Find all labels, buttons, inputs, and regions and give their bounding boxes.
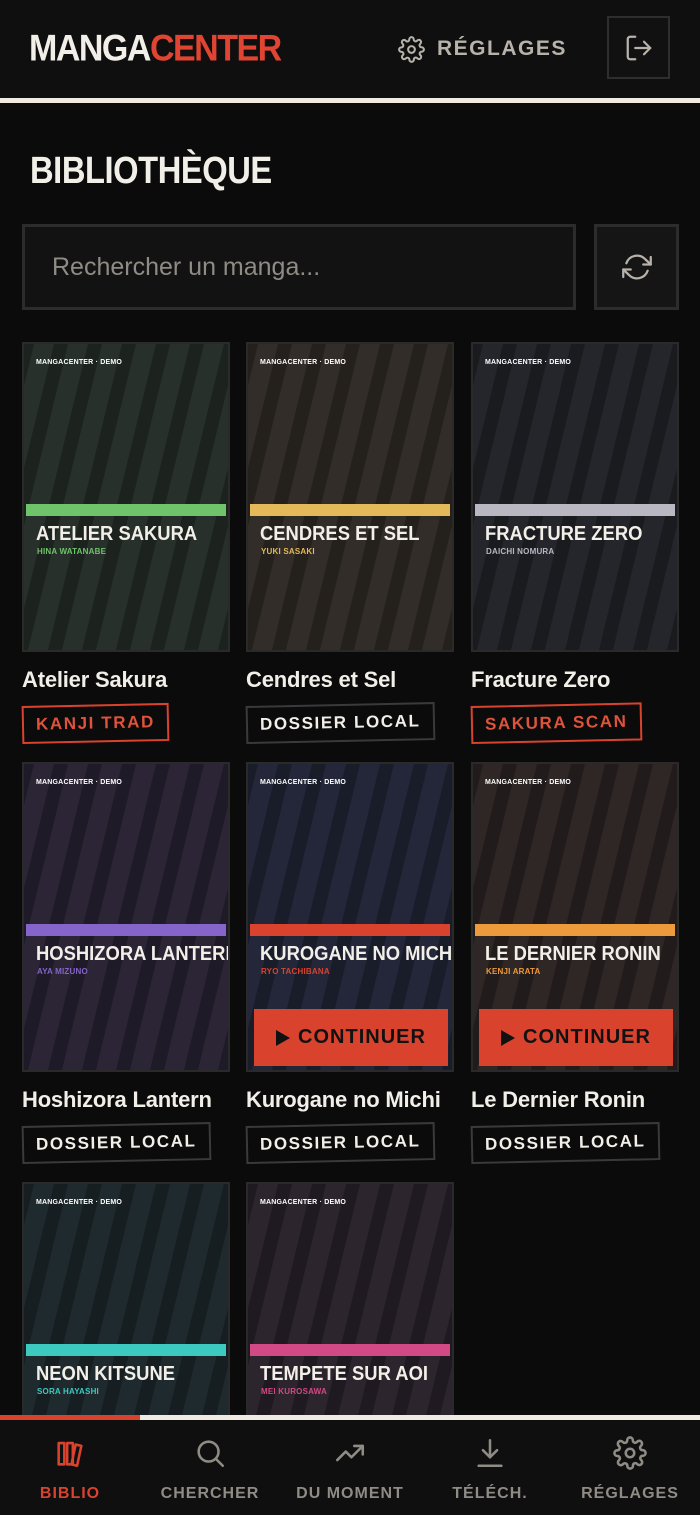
refresh-icon <box>621 254 652 280</box>
header-divider <box>0 98 700 103</box>
source-badge: SAKURA SCAN <box>470 702 642 744</box>
play-icon <box>501 1029 516 1046</box>
gear-icon <box>398 35 425 63</box>
search-box <box>22 224 576 310</box>
source-badge: DOSSIER LOCAL <box>245 1122 435 1164</box>
logout-icon <box>626 35 651 60</box>
cover-author: YUKI SASAKI <box>261 547 315 556</box>
logout-button[interactable] <box>607 16 670 79</box>
cover-author: MEI KUROSAWA <box>261 1387 327 1396</box>
nav-item[interactable]: CHERCHER <box>140 1420 280 1515</box>
cover-brand: MANGACENTER · DEMO <box>260 1199 347 1206</box>
nav-label: BIBLIO <box>39 1485 101 1502</box>
manga-title[interactable]: Hoshizora Lantern <box>22 1087 212 1113</box>
cover-title: ATELIER SAKURA <box>36 523 198 545</box>
manga-cover[interactable]: MANGACENTER · DEMO LE DERNIER RONIN KENJI … <box>471 762 679 1072</box>
cover-title: TEMPETE SUR AOI <box>260 1363 429 1385</box>
cover-brand: MANGACENTER · DEMO <box>260 359 347 366</box>
cover-title: CENDRES ET SEL <box>260 523 420 545</box>
cover-pattern <box>248 344 452 650</box>
cover-brand: MANGACENTER · DEMO <box>36 779 123 786</box>
continue-label: CONTINUER <box>523 1026 651 1048</box>
nav-item[interactable]: DU MOMENT <box>280 1420 420 1515</box>
cover-author: RYO TACHIBANA <box>261 967 330 976</box>
continue-label: CONTINUER <box>298 1026 426 1048</box>
header-settings-link[interactable]: RÉGLAGES <box>398 32 567 66</box>
cover-brand: MANGACENTER · DEMO <box>36 1199 123 1206</box>
cover-author: SORA HAYASHI <box>37 1387 99 1396</box>
source-badge: KANJI TRAD <box>21 702 170 744</box>
refresh-button[interactable] <box>594 224 679 310</box>
logo-part-center: CENTER <box>149 28 282 70</box>
manga-title[interactable]: Fracture Zero <box>471 667 610 693</box>
cover-title: LE DERNIER RONIN <box>485 943 661 965</box>
cover-brand: MANGACENTER · DEMO <box>485 359 572 366</box>
manga-title[interactable]: Atelier Sakura <box>22 667 167 693</box>
continue-button[interactable]: CONTINUER <box>479 1009 673 1066</box>
manga-title[interactable]: Cendres et Sel <box>246 667 396 693</box>
manga-cover[interactable]: MANGACENTER · DEMO KUROGANE NO MICHI RYO T… <box>246 762 454 1072</box>
cover-pattern <box>473 344 677 650</box>
cover-accent-bar <box>250 1344 450 1356</box>
nav-item[interactable]: RÉGLAGES <box>560 1420 700 1515</box>
manga-cover[interactable]: MANGACENTER · DEMO HOSHIZORA LANTERN AYA M… <box>22 762 230 1072</box>
library-icon <box>57 1441 83 1468</box>
play-icon <box>276 1029 291 1046</box>
continue-button[interactable]: CONTINUER <box>254 1009 448 1066</box>
source-badge: DOSSIER LOCAL <box>21 1122 211 1164</box>
cover-author: DAICHI NOMURA <box>486 547 555 556</box>
source-badge: DOSSIER LOCAL <box>245 702 435 744</box>
cover-pattern <box>24 344 228 650</box>
app-logo[interactable]: MANGACENTER <box>29 28 282 70</box>
cover-accent-bar <box>250 924 450 936</box>
app-header: MANGACENTER RÉGLAGES <box>0 0 700 100</box>
search-input[interactable] <box>25 227 573 307</box>
nav-label: TÉLÉCH. <box>452 1485 528 1502</box>
cover-title: FRACTURE ZERO <box>485 523 643 545</box>
manga-cover[interactable]: MANGACENTER · DEMO ATELIER SAKURA HINA WAT… <box>22 342 230 652</box>
cover-pattern <box>24 764 228 1070</box>
source-badge: DOSSIER LOCAL <box>470 1122 660 1164</box>
cover-accent-bar <box>26 924 226 936</box>
cover-brand: MANGACENTER · DEMO <box>260 779 347 786</box>
cover-author: KENJI ARATA <box>486 967 541 976</box>
cover-title: KUROGANE NO MICHI <box>260 943 454 965</box>
cover-accent-bar <box>250 504 450 516</box>
cover-brand: MANGACENTER · DEMO <box>485 779 572 786</box>
cover-accent-bar <box>26 504 226 516</box>
manga-title[interactable]: Le Dernier Ronin <box>471 1087 645 1113</box>
cover-accent-bar <box>26 1344 226 1356</box>
header-settings-label: RÉGLAGES <box>437 37 567 60</box>
cover-author: HINA WATANABE <box>37 547 107 556</box>
cover-title: NEON KITSUNE <box>36 1363 176 1385</box>
nav-label: RÉGLAGES <box>581 1485 679 1502</box>
manga-cover[interactable]: MANGACENTER · DEMO FRACTURE ZERO DAICHI NO… <box>471 342 679 652</box>
manga-cover[interactable]: MANGACENTER · DEMO CENDRES ET SEL YUKI SAS… <box>246 342 454 652</box>
logo-part-manga: MANGA <box>29 28 151 70</box>
trending-icon <box>335 1444 365 1462</box>
nav-label: CHERCHER <box>160 1485 260 1502</box>
gear-icon <box>613 1436 647 1470</box>
search-icon <box>197 1440 225 1468</box>
cover-accent-bar <box>475 504 675 516</box>
bottom-nav: BIBLIO CHERCHER DU MOMENT TÉLÉCH. RÉGLAGES <box>0 1415 700 1515</box>
page-title: BIBLIOTHÈQUE <box>30 150 272 192</box>
nav-label: DU MOMENT <box>296 1485 404 1502</box>
download-icon <box>477 1438 503 1468</box>
cover-author: AYA MIZUNO <box>37 967 88 976</box>
nav-item[interactable]: TÉLÉCH. <box>420 1420 560 1515</box>
cover-accent-bar <box>475 924 675 936</box>
nav-item[interactable]: BIBLIO <box>0 1420 140 1515</box>
cover-brand: MANGACENTER · DEMO <box>36 359 123 366</box>
cover-title: HOSHIZORA LANTERN <box>36 943 230 965</box>
manga-title[interactable]: Kurogane no Michi <box>246 1087 441 1113</box>
